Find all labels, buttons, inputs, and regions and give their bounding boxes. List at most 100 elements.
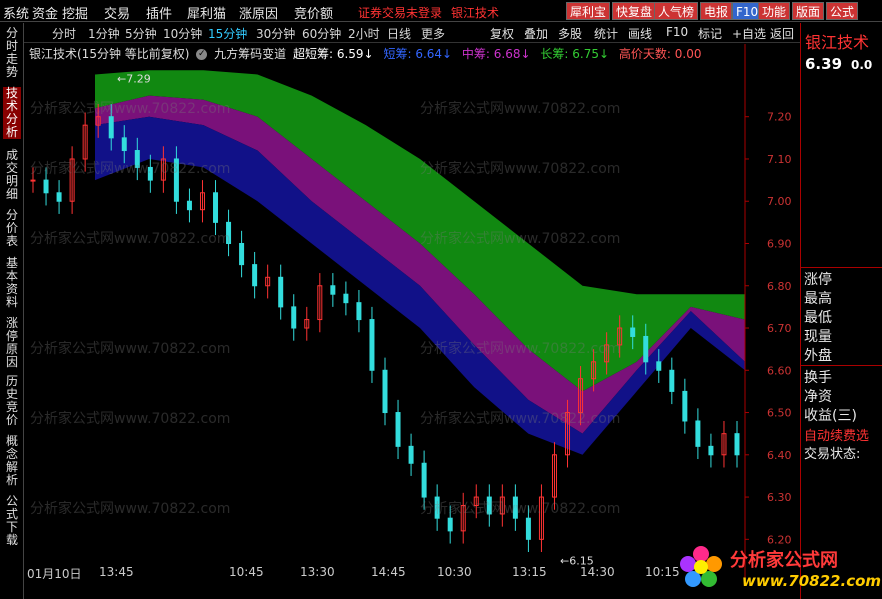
menu-item-trade[interactable]: 交易: [104, 3, 130, 22]
quote-low: 最低: [804, 310, 832, 326]
back-button[interactable]: 返回: [770, 25, 794, 42]
candle-body: [656, 361, 662, 371]
y-tick-label: 6.40: [767, 449, 792, 462]
period-10min[interactable]: 10分钟: [163, 25, 202, 42]
candle-body: [239, 242, 245, 266]
x-tick: 10:45: [229, 565, 264, 579]
quote-turnover: 换手: [804, 370, 832, 386]
quick-btn-layout[interactable]: 版面: [792, 2, 825, 20]
quick-btn-news[interactable]: 电报: [700, 2, 733, 20]
period-1min[interactable]: 1分钟: [88, 25, 120, 42]
menu-item-bid[interactable]: 竞价额: [294, 3, 333, 22]
login-status[interactable]: 证券交易未登录: [358, 4, 442, 21]
x-tick: 13:45: [99, 565, 134, 579]
x-tick: 13:15: [512, 565, 547, 579]
price-chart[interactable]: 7.20 7.10 7.00 6.90 6.80 6.70 6.60 6.50 6.40 6.30…: [25, 44, 800, 584]
candle-body: [186, 200, 192, 211]
period-15min[interactable]: 15分钟: [208, 25, 247, 42]
tab-technical[interactable]: 技术分析: [3, 87, 21, 139]
period-daily[interactable]: 日线: [387, 25, 411, 42]
candle-body: [447, 517, 453, 532]
tool-adjust[interactable]: 复权: [490, 25, 514, 42]
period-5min[interactable]: 5分钟: [125, 25, 157, 42]
candle-body: [643, 335, 649, 363]
candle-body: [213, 192, 219, 223]
candle-body: [356, 302, 362, 321]
menu-item-system[interactable]: 系统: [3, 3, 29, 22]
candle-body: [695, 420, 701, 447]
quick-btn-functions[interactable]: 功能: [758, 2, 791, 20]
quote-panel: 银江技术 6.39 0.0 涨停 最高 最低 现量 外盘 换手 净资 收益(三)…: [800, 23, 882, 599]
menu-item-plugins[interactable]: 插件: [146, 3, 172, 22]
quick-btn-xilibao[interactable]: 犀利宝: [566, 2, 611, 20]
candle-body: [369, 319, 375, 371]
tab-formula-download[interactable]: 公式下载: [3, 495, 21, 547]
tool-multi[interactable]: 多股: [558, 25, 582, 42]
candle-body: [682, 390, 688, 422]
chart-header: 银江技术(15分钟 等比前复权) ✓ 九方筹码变道 超短筹: 6.59↓ 短筹:…: [29, 45, 704, 63]
period-toolbar: 分时 1分钟 5分钟 10分钟 15分钟 30分钟 60分钟 2小时 日线 更多…: [0, 23, 882, 43]
left-tabs: 分时走势 技术分析 成交明细 分价表 基本资料 涨停原因 历史竞价 概念解析 公…: [0, 23, 24, 599]
tab-trade-detail[interactable]: 成交明细: [3, 149, 21, 201]
y-tick-label: 6.30: [767, 491, 792, 504]
candle-body: [278, 276, 284, 308]
indicator-toggle-icon[interactable]: ✓: [196, 49, 208, 60]
y-tick-label: 7.20: [767, 111, 792, 124]
y-tick-label: 6.80: [767, 280, 792, 293]
tab-minute-trend[interactable]: 分时走势: [3, 27, 21, 79]
period-60min[interactable]: 60分钟: [302, 25, 341, 42]
trade-status: 交易状态:: [804, 447, 861, 462]
quick-btn-formula[interactable]: 公式: [826, 2, 859, 20]
quick-btn-review[interactable]: 快复盘: [612, 2, 657, 20]
add-watchlist-button[interactable]: +自选: [732, 25, 766, 42]
y-tick-label: 6.60: [767, 364, 792, 377]
tab-basic-info[interactable]: 基本资料: [3, 257, 21, 309]
candle-body: [408, 445, 414, 464]
tool-mark[interactable]: 标记: [698, 25, 722, 42]
x-tick: 01月10日: [27, 567, 82, 581]
tab-history-bid[interactable]: 历史竞价: [3, 375, 21, 427]
quote-earnings: 收益(三): [804, 408, 857, 424]
candle-body: [226, 221, 232, 244]
menu-item-funds[interactable]: 资金: [32, 3, 58, 22]
quote-high: 最高: [804, 291, 832, 307]
tool-overlay[interactable]: 叠加: [524, 25, 548, 42]
auto-renew-link[interactable]: 自动续费选: [804, 425, 882, 444]
menu-item-reason[interactable]: 涨原因: [239, 3, 278, 22]
period-minute-trend[interactable]: 分时: [52, 25, 76, 42]
flower-logo-icon: [680, 546, 722, 587]
candle-body: [669, 369, 675, 392]
y-tick-label: 7.10: [767, 153, 792, 166]
candle-body: [434, 496, 440, 519]
menu-item-mining[interactable]: 挖掘: [62, 3, 88, 22]
candle-body: [512, 496, 518, 519]
period-2hour[interactable]: 2小时: [348, 25, 380, 42]
tab-price-table[interactable]: 分价表: [3, 209, 21, 248]
indicator-name[interactable]: 九方筹码变道: [214, 47, 286, 61]
x-tick: 13:30: [300, 565, 335, 579]
candle-body: [147, 166, 153, 181]
tool-f10[interactable]: F10: [666, 25, 688, 39]
candle-body: [30, 179, 36, 182]
candle-body: [525, 517, 531, 540]
period-30min[interactable]: 30分钟: [256, 25, 295, 42]
tool-draw[interactable]: 画线: [628, 25, 652, 42]
quick-btn-popular[interactable]: 人气榜: [654, 2, 699, 20]
tab-concept[interactable]: 概念解析: [3, 435, 21, 487]
menu-item-xilimao[interactable]: 犀利猫: [187, 3, 226, 22]
candle-body: [108, 116, 114, 139]
logo-url: www.70822.com: [742, 572, 882, 590]
candle-body: [134, 150, 140, 168]
quote-price: 6.39: [805, 55, 843, 73]
candle-body: [382, 369, 388, 414]
x-tick: 10:30: [437, 565, 472, 579]
y-tick-label: 7.00: [767, 195, 792, 208]
period-more[interactable]: 更多: [421, 25, 445, 42]
candle-body: [252, 264, 258, 287]
candle-body: [343, 293, 349, 304]
tool-stats[interactable]: 统计: [594, 25, 618, 42]
candle-body: [486, 496, 492, 515]
tab-limit-reason[interactable]: 涨停原因: [3, 317, 21, 369]
candle-body: [708, 445, 714, 456]
y-tick-label: 6.50: [767, 407, 792, 420]
